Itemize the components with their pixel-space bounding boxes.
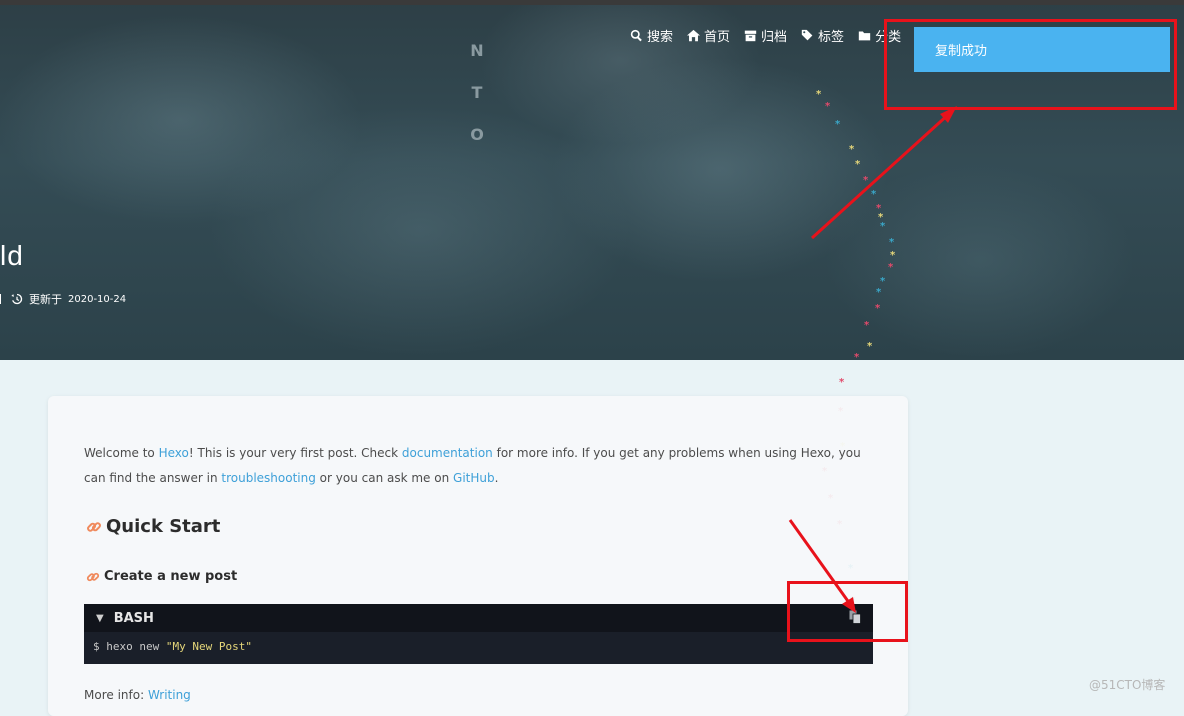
heading-text: Quick Start xyxy=(106,516,221,537)
nav-tags[interactable]: 标签 xyxy=(801,26,844,45)
code-string: "My New Post" xyxy=(165,640,252,653)
brand-letter: N xyxy=(470,41,484,60)
brand-letter: O xyxy=(470,125,484,144)
intro-text: . xyxy=(494,471,499,485)
annotation-box-copy xyxy=(787,581,908,642)
folder-icon xyxy=(858,31,871,41)
main-nav: 搜索 首页 归档 标签 分类 xyxy=(630,26,901,45)
code-language: BASH xyxy=(113,610,154,626)
nav-home[interactable]: 首页 xyxy=(687,26,730,45)
code-header[interactable]: ▼ BASH xyxy=(84,604,873,632)
brand-letter: T xyxy=(471,83,483,102)
code-line: $ hexo new "My New Post" xyxy=(93,640,252,653)
nav-label: 标签 xyxy=(818,30,845,45)
heading-text: Create a new post xyxy=(104,569,238,584)
window-top-border xyxy=(0,0,1184,5)
chevron-down-icon[interactable]: ▼ xyxy=(96,613,104,624)
site-brand[interactable]: N T O xyxy=(470,30,484,156)
intro-text: Welcome to xyxy=(84,446,159,460)
home-icon xyxy=(687,29,701,42)
updated-label: 更新于 xyxy=(29,293,62,306)
history-icon xyxy=(11,293,23,305)
watermark: @51CTO博客 xyxy=(1089,678,1166,692)
archive-icon xyxy=(744,30,757,42)
intro-text: ! This is your very first post. Check xyxy=(188,446,402,460)
tags-icon xyxy=(801,29,813,41)
link-documentation[interactable]: documentation xyxy=(402,446,493,460)
heading-create-post: Create a new post xyxy=(86,569,237,584)
meta-divider xyxy=(0,294,1,304)
link-icon[interactable] xyxy=(86,570,100,584)
intro-text: or you can ask me on xyxy=(315,471,454,485)
nav-label: 首页 xyxy=(704,30,731,45)
annotation-box-toast xyxy=(884,19,1177,110)
nav-label: 归档 xyxy=(761,30,788,45)
nav-archive[interactable]: 归档 xyxy=(744,26,787,45)
post-meta: 更新于 2020-10-24 xyxy=(0,291,126,307)
nav-label: 搜索 xyxy=(647,30,674,45)
link-hexo[interactable]: Hexo xyxy=(159,446,189,460)
post-title: ld xyxy=(0,240,24,271)
intro-paragraph: Welcome to Hexo! This is your very first… xyxy=(84,441,874,491)
heading-quick-start: Quick Start xyxy=(86,516,220,537)
code-block: ▼ BASH $ hexo new "My New Post" xyxy=(84,604,873,664)
link-troubleshooting[interactable]: troubleshooting xyxy=(221,471,315,485)
link-github[interactable]: GitHub xyxy=(453,471,495,485)
nav-search[interactable]: 搜索 xyxy=(630,26,673,45)
link-icon[interactable] xyxy=(86,519,102,535)
updated-date: 2020-10-24 xyxy=(68,293,127,305)
search-icon xyxy=(630,29,642,42)
code-command: $ hexo new xyxy=(93,640,166,653)
